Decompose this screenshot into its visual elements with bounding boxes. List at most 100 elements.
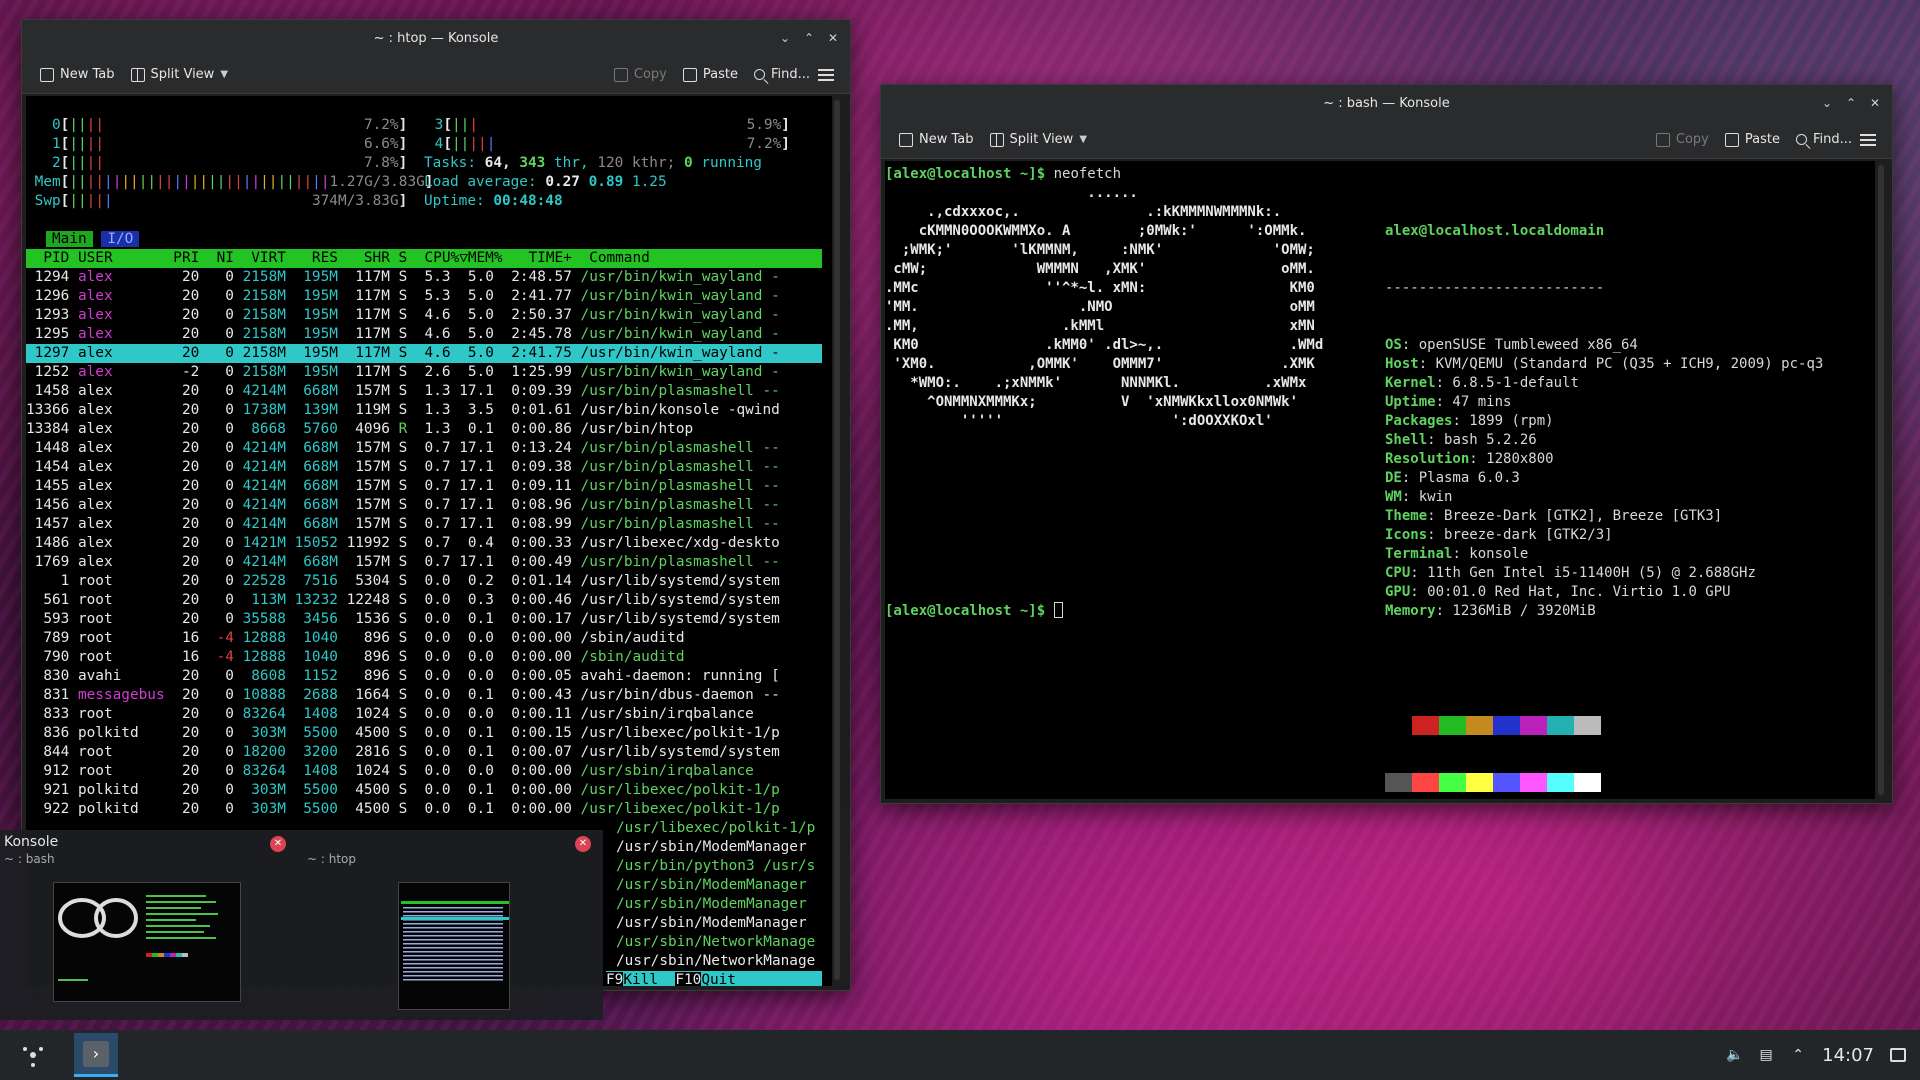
res-cell: 5760: [294, 421, 347, 437]
logo-line: KM0 .kMM0' .dl>~,. .WMd: [885, 337, 1324, 353]
hamburger-menu-icon[interactable]: [818, 68, 834, 81]
switcher-item-htop[interactable]: ~ : htop ✕: [303, 830, 603, 1020]
close-icon[interactable]: ✕: [1868, 96, 1882, 110]
tab-main[interactable]: Main: [46, 231, 93, 247]
cpu-cell: 1.3: [415, 383, 460, 399]
application-launcher-icon[interactable]: [20, 1042, 46, 1068]
pid-cell: 13384: [26, 421, 78, 437]
clock[interactable]: 14:07: [1822, 1045, 1874, 1066]
time-cell: 0:08.99: [502, 516, 581, 532]
bash-scrollbar[interactable]: [1878, 165, 1884, 795]
process-row[interactable]: 1486 alex 20 0 1421M 15052 11992 S 0.7 0…: [26, 534, 822, 553]
user-cell: root: [77, 573, 174, 589]
find-button[interactable]: Find...: [746, 63, 818, 86]
bash-thumbnail: [53, 882, 241, 1002]
bash-konsole-window[interactable]: ~ : bash — Konsole ⌄ ⌃ ✕ New Tab Split V…: [880, 84, 1893, 804]
process-row[interactable]: 13384 alex 20 0 8668 5760 4096 R 1.3 0.1…: [26, 420, 822, 439]
state-cell: S: [398, 763, 416, 779]
meter-tick: |: [78, 174, 87, 190]
shr-cell: 1536: [346, 611, 399, 627]
new-tab-button[interactable]: New Tab: [32, 63, 123, 86]
mem-cell: 17.1: [459, 478, 503, 494]
process-row[interactable]: 912 root 20 0 83264 1408 1024 S 0.0 0.0 …: [26, 762, 822, 781]
tab-io[interactable]: I/O: [101, 231, 140, 247]
process-row[interactable]: 1457 alex 20 0 4214M 668M 157M S 0.7 17.…: [26, 515, 822, 534]
process-row[interactable]: 1458 alex 20 0 4214M 668M 157M S 1.3 17.…: [26, 382, 822, 401]
process-row[interactable]: 921 polkitd 20 0 303M 5500 4500 S 0.0 0.…: [26, 781, 822, 800]
process-row[interactable]: 13366 alex 20 0 1738M 139M 119M S 1.3 3.…: [26, 401, 822, 420]
process-row[interactable]: 1454 alex 20 0 4214M 668M 157M S 0.7 17.…: [26, 458, 822, 477]
command-cell: /usr/libexec/xdg-deskto: [580, 535, 780, 551]
process-row[interactable]: 831 messagebus 20 0 10888 2688 1664 S 0.…: [26, 686, 822, 705]
process-row[interactable]: 1296 alex 20 0 2158M 195M 117M S 5.3 5.0…: [26, 287, 822, 306]
process-row[interactable]: 593 root 20 0 35588 3456 1536 S 0.0 0.1 …: [26, 610, 822, 629]
process-row[interactable]: 844 root 20 0 18200 3200 2816 S 0.0 0.1 …: [26, 743, 822, 762]
copy-button[interactable]: Copy: [1648, 128, 1717, 151]
info-value: : 1280x800: [1469, 451, 1554, 467]
process-row[interactable]: 833 root 20 0 83264 1408 1024 S 0.0 0.0 …: [26, 705, 822, 724]
process-row[interactable]: 1297 alex 20 0 2158M 195M 117M S 4.6 5.0…: [26, 344, 822, 363]
close-icon[interactable]: ✕: [826, 31, 840, 45]
process-row[interactable]: 1293 alex 20 0 2158M 195M 117M S 4.6 5.0…: [26, 306, 822, 325]
meter-tick: |: [121, 174, 131, 190]
process-row[interactable]: 1 root 20 0 22528 7516 5304 S 0.0 0.2 0:…: [26, 572, 822, 591]
state-cell: S: [398, 668, 416, 684]
meter-tick: |: [69, 117, 78, 133]
meter-bar: |||: [452, 117, 478, 133]
paste-button[interactable]: Paste: [1717, 128, 1788, 151]
process-row[interactable]: 1294 alex 20 0 2158M 195M 117M S 5.3 5.0…: [26, 268, 822, 287]
htop-titlebar[interactable]: ~ : htop — Konsole ⌄ ⌃ ✕: [22, 20, 850, 56]
split-view-button[interactable]: Split View ▼: [982, 128, 1096, 151]
process-list[interactable]: 1294 alex 20 0 2158M 195M 117M S 5.3 5.0…: [26, 268, 822, 819]
process-row[interactable]: 1448 alex 20 0 4214M 668M 157M S 0.7 17.…: [26, 439, 822, 458]
shr-cell: 1024: [346, 706, 399, 722]
new-tab-button[interactable]: New Tab: [891, 128, 982, 151]
copy-button[interactable]: Copy: [606, 63, 675, 86]
chevron-up-icon[interactable]: ⌃: [1790, 1047, 1806, 1063]
bash-titlebar[interactable]: ~ : bash — Konsole ⌄ ⌃ ✕: [881, 85, 1892, 121]
meter-tick: |: [95, 117, 105, 133]
process-row[interactable]: 1252 alex -2 0 2158M 195M 117M S 2.6 5.0…: [26, 363, 822, 382]
htop-scrollbar[interactable]: [834, 100, 840, 980]
process-row[interactable]: 789 root 16 -4 12888 1040 896 S 0.0 0.0 …: [26, 629, 822, 648]
volume-icon[interactable]: 🔈: [1726, 1047, 1743, 1063]
paste-button[interactable]: Paste: [675, 63, 746, 86]
chevron-down-icon[interactable]: ▼: [1079, 134, 1087, 145]
chevron-down-icon[interactable]: ▼: [220, 69, 228, 80]
virt-cell: 2158M: [242, 364, 295, 380]
process-row[interactable]: 1295 alex 20 0 2158M 195M 117M S 4.6 5.0…: [26, 325, 822, 344]
maximize-icon[interactable]: ⌃: [802, 31, 816, 45]
process-row[interactable]: 1456 alex 20 0 4214M 668M 157M S 0.7 17.…: [26, 496, 822, 515]
info-key: Terminal: [1385, 546, 1453, 562]
process-row[interactable]: 836 polkitd 20 0 303M 5500 4500 S 0.0 0.…: [26, 724, 822, 743]
network-icon[interactable]: ▤: [1758, 1047, 1774, 1063]
find-button[interactable]: Find...: [1788, 128, 1860, 151]
close-icon[interactable]: ✕: [270, 836, 286, 852]
hamburger-menu-icon[interactable]: [1860, 133, 1876, 146]
minimize-icon[interactable]: ⌄: [1820, 96, 1834, 110]
process-row[interactable]: 561 root 20 0 113M 13232 12248 S 0.0 0.3…: [26, 591, 822, 610]
command-cell: /usr/bin/plasmashell --: [580, 383, 780, 399]
active-prompt[interactable]: [alex@localhost ~]$: [885, 602, 1063, 621]
process-column-header[interactable]: PID USER PRI NI VIRT RES SHR S CPU%▽MEM%…: [26, 249, 822, 268]
taskbar-konsole-button[interactable]: ›: [74, 1033, 118, 1077]
process-row[interactable]: 790 root 16 -4 12888 1040 896 S 0.0 0.0 …: [26, 648, 822, 667]
show-desktop-icon[interactable]: [1890, 1048, 1906, 1062]
color-palette-top: [1385, 716, 1823, 735]
user-cell: alex: [77, 269, 174, 285]
pid-cell: 593: [26, 611, 78, 627]
process-row[interactable]: 830 avahi 20 0 8608 1152 896 S 0.0 0.0 0…: [26, 667, 822, 686]
function-key-bar[interactable]: F9Kill F10Quit: [606, 971, 822, 986]
overflow-command: /usr/sbin/ModemManager: [616, 896, 807, 912]
maximize-icon[interactable]: ⌃: [1844, 96, 1858, 110]
minimize-icon[interactable]: ⌄: [778, 31, 792, 45]
overflow-command: /usr/sbin/NetworkManage: [616, 934, 816, 950]
time-cell: 0:00.33: [502, 535, 581, 551]
bash-terminal[interactable]: [alex@localhost ~]$ neofetch ...... .,cd…: [885, 161, 1875, 799]
process-row[interactable]: 1769 alex 20 0 4214M 668M 157M S 0.7 17.…: [26, 553, 822, 572]
process-row[interactable]: 922 polkitd 20 0 303M 5500 4500 S 0.0 0.…: [26, 800, 822, 819]
split-view-button[interactable]: Split View ▼: [123, 63, 237, 86]
close-icon[interactable]: ✕: [575, 836, 591, 852]
process-row[interactable]: 1455 alex 20 0 4214M 668M 157M S 0.7 17.…: [26, 477, 822, 496]
switcher-item-bash[interactable]: Konsole ~ : bash ✕: [0, 830, 300, 1020]
